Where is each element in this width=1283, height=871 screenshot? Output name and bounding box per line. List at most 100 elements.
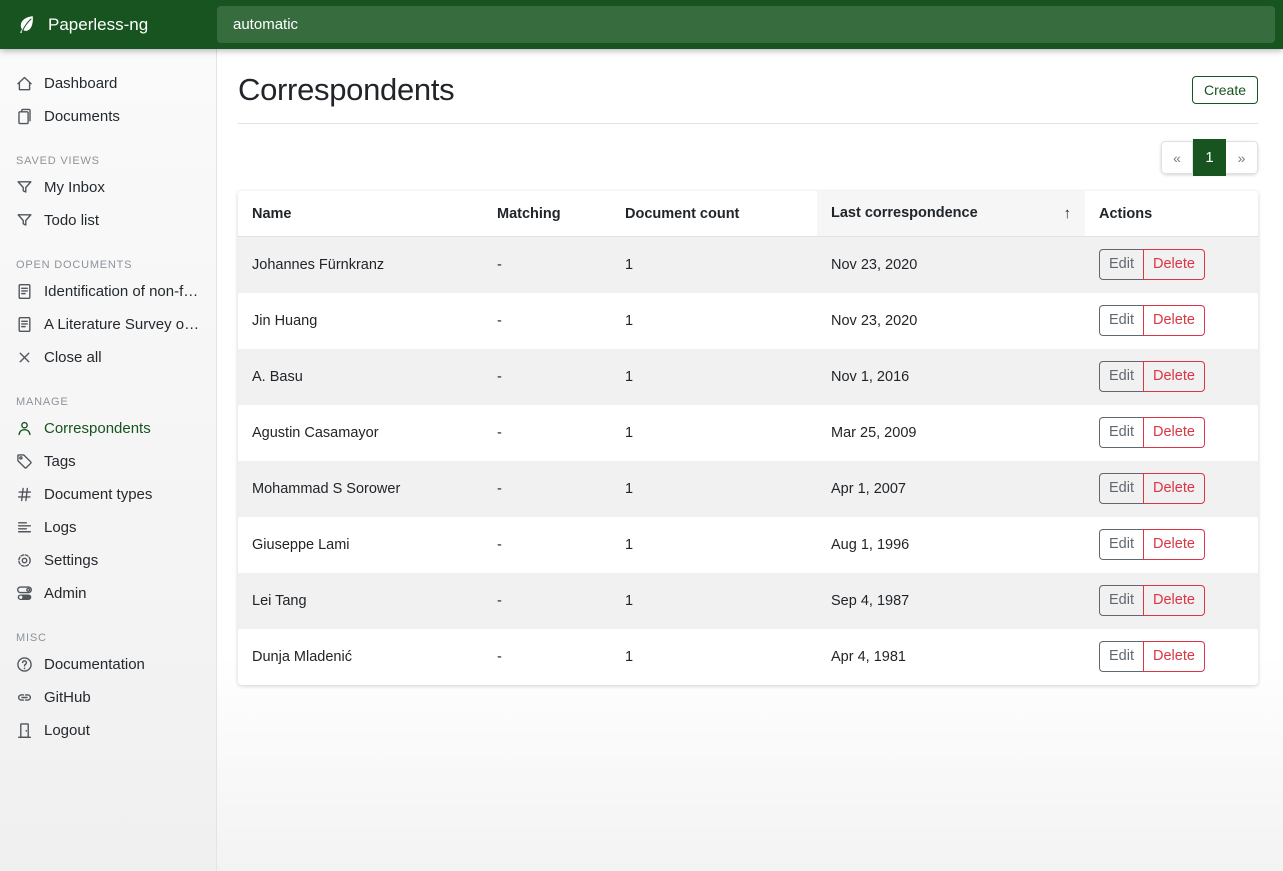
sidebar-item-label: GitHub	[44, 689, 91, 706]
top-navbar: Paperless-ng	[0, 0, 1283, 49]
sidebar-item-label: Close all	[44, 349, 102, 366]
global-search-form	[217, 0, 1283, 49]
sidebar-item-logout[interactable]: Logout	[0, 714, 216, 747]
page-title: Correspondents	[238, 72, 454, 108]
edit-button[interactable]: Edit	[1099, 249, 1144, 280]
sidebar-item-label: Correspondents	[44, 420, 151, 437]
list-icon	[16, 519, 33, 536]
delete-button[interactable]: Delete	[1143, 473, 1205, 504]
delete-button[interactable]: Delete	[1143, 585, 1205, 616]
matching-value: -	[483, 293, 611, 349]
page-header: Correspondents Create	[238, 72, 1258, 124]
correspondents-table-body: Johannes Fürnkranz-1Nov 23, 2020EditDele…	[238, 237, 1258, 685]
sidebar-item-settings[interactable]: Settings	[0, 544, 216, 577]
pagination-page-1-button[interactable]: 1	[1193, 139, 1226, 176]
sidebar-item-document-types[interactable]: Document types	[0, 478, 216, 511]
actions-cell: EditDelete	[1085, 405, 1258, 461]
row-actions-group: EditDelete	[1099, 641, 1205, 672]
sidebar-item-admin[interactable]: Admin	[0, 577, 216, 610]
create-button[interactable]: Create	[1192, 76, 1258, 104]
sidebar-item-label: Document types	[44, 486, 152, 503]
matching-value: -	[483, 629, 611, 685]
brand-name: Paperless-ng	[48, 15, 148, 35]
actions-cell: EditDelete	[1085, 629, 1258, 685]
row-actions-group: EditDelete	[1099, 249, 1205, 280]
actions-cell: EditDelete	[1085, 349, 1258, 405]
column-header-document-count[interactable]: Document count	[611, 191, 817, 237]
matching-value: -	[483, 237, 611, 293]
last-correspondence-date: Nov 23, 2020	[817, 293, 1085, 349]
matching-value: -	[483, 405, 611, 461]
sidebar-item-label: Settings	[44, 552, 98, 569]
sidebar-item-dashboard[interactable]: Dashboard	[0, 67, 216, 100]
table-row: Mohammad S Sorower-1Apr 1, 2007EditDelet…	[238, 461, 1258, 517]
column-header-actions[interactable]: Actions	[1085, 191, 1258, 237]
delete-button[interactable]: Delete	[1143, 529, 1205, 560]
correspondent-name: Dunja Mladenić	[238, 629, 483, 685]
file-text-icon	[16, 283, 33, 300]
last-correspondence-date: Nov 1, 2016	[817, 349, 1085, 405]
edit-button[interactable]: Edit	[1099, 417, 1144, 448]
leaf-icon	[14, 13, 37, 36]
delete-button[interactable]: Delete	[1143, 417, 1205, 448]
edit-button[interactable]: Edit	[1099, 473, 1144, 504]
actions-cell: EditDelete	[1085, 517, 1258, 573]
sidebar-item-documents[interactable]: Documents	[0, 100, 216, 133]
last-correspondence-date: Nov 23, 2020	[817, 237, 1085, 293]
document-count: 1	[611, 629, 817, 685]
link-icon	[16, 689, 33, 706]
pagination-previous-button[interactable]: «	[1161, 141, 1193, 174]
sidebar-item-correspondents[interactable]: Correspondents	[0, 412, 216, 445]
pagination-next-button[interactable]: »	[1226, 141, 1258, 174]
delete-button[interactable]: Delete	[1143, 305, 1205, 336]
search-input[interactable]	[217, 6, 1275, 43]
delete-button[interactable]: Delete	[1143, 361, 1205, 392]
column-header-last-correspondence[interactable]: ↑ Last correspondence	[817, 191, 1085, 237]
document-count: 1	[611, 405, 817, 461]
row-actions-group: EditDelete	[1099, 417, 1205, 448]
last-correspondence-date: Sep 4, 1987	[817, 573, 1085, 629]
person-icon	[16, 420, 33, 437]
document-count: 1	[611, 293, 817, 349]
house-icon	[16, 75, 33, 92]
delete-button[interactable]: Delete	[1143, 641, 1205, 672]
sidebar-item-github[interactable]: GitHub	[0, 681, 216, 714]
correspondent-name: Mohammad S Sorower	[238, 461, 483, 517]
row-actions-group: EditDelete	[1099, 361, 1205, 392]
sidebar-item-identification-of-non-fu[interactable]: Identification of non-fu...	[0, 275, 216, 308]
document-count: 1	[611, 573, 817, 629]
sidebar-section-title-manage: MANAGE	[16, 396, 200, 408]
main-content: Correspondents Create « 1 » Name Matchin…	[217, 0, 1283, 871]
edit-button[interactable]: Edit	[1099, 361, 1144, 392]
row-actions-group: EditDelete	[1099, 529, 1205, 560]
edit-button[interactable]: Edit	[1099, 305, 1144, 336]
edit-button[interactable]: Edit	[1099, 641, 1144, 672]
sidebar-item-documentation[interactable]: Documentation	[0, 648, 216, 681]
sidebar-item-tags[interactable]: Tags	[0, 445, 216, 478]
edit-button[interactable]: Edit	[1099, 529, 1144, 560]
column-header-name[interactable]: Name	[238, 191, 483, 237]
sidebar-item-label: Logs	[44, 519, 77, 536]
app-brand[interactable]: Paperless-ng	[0, 0, 217, 49]
sidebar-item-logs[interactable]: Logs	[0, 511, 216, 544]
document-count: 1	[611, 461, 817, 517]
column-header-matching[interactable]: Matching	[483, 191, 611, 237]
actions-cell: EditDelete	[1085, 293, 1258, 349]
last-correspondence-date: Apr 4, 1981	[817, 629, 1085, 685]
last-correspondence-date: Aug 1, 1996	[817, 517, 1085, 573]
sidebar-item-my-inbox[interactable]: My Inbox	[0, 171, 216, 204]
edit-button[interactable]: Edit	[1099, 585, 1144, 616]
sidebar-item-close-all[interactable]: Close all	[0, 341, 216, 374]
delete-button[interactable]: Delete	[1143, 249, 1205, 280]
correspondent-name: Giuseppe Lami	[238, 517, 483, 573]
sidebar-item-todo-list[interactable]: Todo list	[0, 204, 216, 237]
correspondents-table: Name Matching Document count ↑ Last corr…	[238, 191, 1258, 685]
table-row: Lei Tang-1Sep 4, 1987EditDelete	[238, 573, 1258, 629]
correspondent-name: Johannes Fürnkranz	[238, 237, 483, 293]
sidebar-item-label: Documentation	[44, 656, 145, 673]
table-row: Giuseppe Lami-1Aug 1, 1996EditDelete	[238, 517, 1258, 573]
hash-icon	[16, 486, 33, 503]
sidebar-item-a-literature-survey-on[interactable]: A Literature Survey on ...	[0, 308, 216, 341]
sidebar-item-label: Admin	[44, 585, 87, 602]
correspondent-name: Lei Tang	[238, 573, 483, 629]
